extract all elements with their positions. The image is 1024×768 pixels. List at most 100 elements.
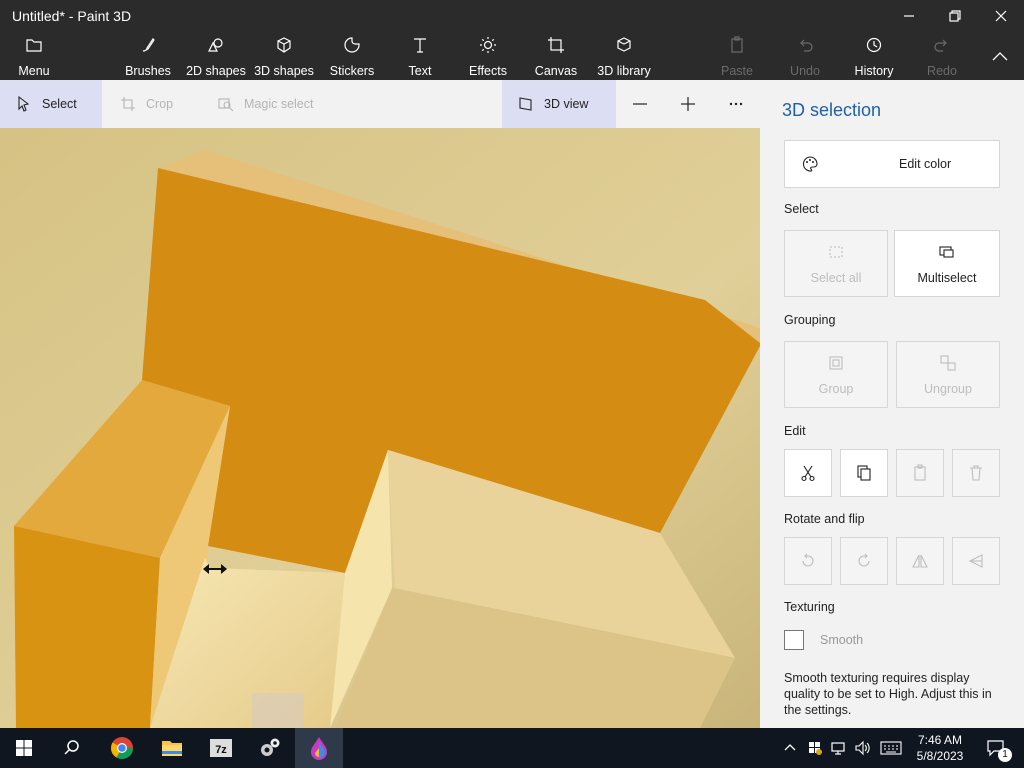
smooth-checkbox-row[interactable]: Smooth: [784, 630, 863, 650]
file-explorer-taskbar-button[interactable]: [148, 728, 196, 768]
restore-button[interactable]: [932, 0, 978, 32]
ungroup-button[interactable]: Ungroup: [896, 341, 1000, 408]
search-button[interactable]: [48, 728, 96, 768]
magic-select-button[interactable]: Magic select: [218, 80, 338, 128]
notifications-button[interactable]: 1: [978, 728, 1014, 768]
redo-button[interactable]: Redo: [926, 36, 958, 78]
3d-shapes-label: 3D shapes: [254, 64, 314, 78]
3d-shapes-icon: [277, 37, 291, 53]
brushes-label: Brushes: [125, 64, 171, 78]
zoom-in-button[interactable]: [676, 80, 700, 128]
3d-view-button[interactable]: 3D view: [502, 80, 616, 128]
texturing-section-label: Texturing: [784, 600, 835, 614]
menu-button[interactable]: Menu: [14, 36, 54, 78]
select-section-label: Select: [784, 202, 819, 216]
zoom-out-icon: [633, 103, 647, 105]
windows-security-icon: [809, 742, 822, 755]
clock-time: 7:46 AM: [917, 733, 963, 747]
more-options-button[interactable]: [724, 80, 748, 128]
3d-shapes-button[interactable]: 3D shapes: [254, 36, 314, 78]
network-icon: [831, 742, 845, 755]
close-icon: [995, 10, 1007, 22]
keyboard-icon: [880, 741, 902, 755]
text-icon: [414, 38, 426, 53]
select-label: Select: [42, 97, 77, 111]
rotate-left-icon: [802, 553, 814, 567]
keyboard-tray-button[interactable]: [878, 728, 904, 768]
3d-selection-panel: 3D selection Edit color Select Select al…: [760, 80, 1024, 728]
7zip-taskbar-button[interactable]: 7z: [197, 728, 245, 768]
ungroup-icon: [940, 354, 956, 371]
delete-button[interactable]: [952, 449, 1000, 497]
clock-date: 5/8/2023: [916, 749, 964, 763]
select-all-icon: [829, 245, 843, 258]
undo-button[interactable]: Undo: [788, 36, 822, 78]
multiselect-button[interactable]: Multiselect: [894, 230, 1000, 297]
3d-library-button[interactable]: 3D library: [596, 36, 652, 78]
select-all-button[interactable]: Select all: [784, 230, 888, 297]
history-icon: [866, 37, 882, 53]
3d-canvas[interactable]: [0, 128, 760, 728]
taskbar-clock[interactable]: 7:46 AM 5/8/2023: [906, 732, 974, 764]
file-explorer-icon: [162, 741, 182, 756]
ribbon: Menu Brushes 2D shapes 3D shapes Sticker…: [0, 32, 1024, 80]
panel-title: 3D selection: [782, 100, 882, 120]
close-button[interactable]: [978, 0, 1024, 32]
redo-icon: [934, 39, 947, 52]
edit-section-label: Edit: [784, 424, 806, 438]
flip-vertical-icon: [968, 554, 983, 568]
select-tool-button[interactable]: Select: [0, 80, 102, 128]
rotate-right-icon: [858, 553, 870, 567]
start-button[interactable]: [0, 728, 48, 768]
history-button[interactable]: History: [852, 36, 896, 78]
rotate-right-button[interactable]: [840, 537, 888, 585]
brushes-button[interactable]: Brushes: [122, 36, 174, 78]
undo-icon: [800, 39, 813, 52]
text-button[interactable]: Text: [404, 36, 436, 78]
chrome-taskbar-button[interactable]: [98, 728, 146, 768]
2d-shapes-button[interactable]: 2D shapes: [186, 36, 246, 78]
flip-vertical-button[interactable]: [952, 537, 1000, 585]
select-all-label: Select all: [810, 270, 862, 285]
folder-icon: [26, 39, 42, 52]
paint3d-taskbar-button[interactable]: [295, 728, 343, 768]
smooth-label: Smooth: [820, 633, 864, 647]
security-tray-button[interactable]: [804, 728, 826, 768]
paste-panel-button[interactable]: [896, 449, 944, 497]
3d-library-label: 3D library: [597, 64, 651, 78]
smooth-checkbox[interactable]: [784, 630, 804, 650]
3d-library-icon: [617, 37, 631, 52]
flip-horizontal-button[interactable]: [896, 537, 944, 585]
collapse-ribbon-button[interactable]: [988, 36, 1012, 78]
zoom-in-icon: [681, 97, 695, 111]
copy-button[interactable]: [840, 449, 888, 497]
canvas-button[interactable]: Canvas: [534, 36, 578, 78]
zoom-out-button[interactable]: [628, 80, 652, 128]
volume-tray-button[interactable]: [852, 728, 874, 768]
minimize-icon: [904, 15, 914, 17]
magic-select-icon: [218, 98, 234, 112]
effects-icon: [480, 37, 496, 53]
minimize-button[interactable]: [886, 0, 932, 32]
settings-gears-taskbar-button[interactable]: [246, 728, 294, 768]
texturing-note: Smooth texturing requires display qualit…: [784, 671, 992, 717]
group-button[interactable]: Group: [784, 341, 888, 408]
network-tray-button[interactable]: [828, 728, 850, 768]
menu-label: Menu: [18, 64, 50, 78]
notification-count: 1: [998, 748, 1012, 762]
edit-color-button[interactable]: Edit color: [784, 140, 1000, 188]
crop-tool-button[interactable]: Crop: [120, 80, 200, 128]
2d-shapes-icon: [208, 38, 223, 52]
cut-button[interactable]: [784, 449, 832, 497]
grouping-section-label: Grouping: [784, 313, 836, 327]
ungroup-label: Ungroup: [924, 381, 972, 396]
effects-button[interactable]: Effects: [468, 36, 508, 78]
rotate-left-button[interactable]: [784, 537, 832, 585]
3d-view-icon: [519, 97, 532, 111]
3d-scene: [0, 128, 760, 728]
show-hidden-icons-button[interactable]: [780, 728, 800, 768]
stickers-button[interactable]: Stickers: [328, 36, 376, 78]
volume-icon: [855, 740, 870, 756]
paste-button[interactable]: Paste: [720, 36, 754, 78]
chevron-up-icon: [784, 744, 796, 751]
